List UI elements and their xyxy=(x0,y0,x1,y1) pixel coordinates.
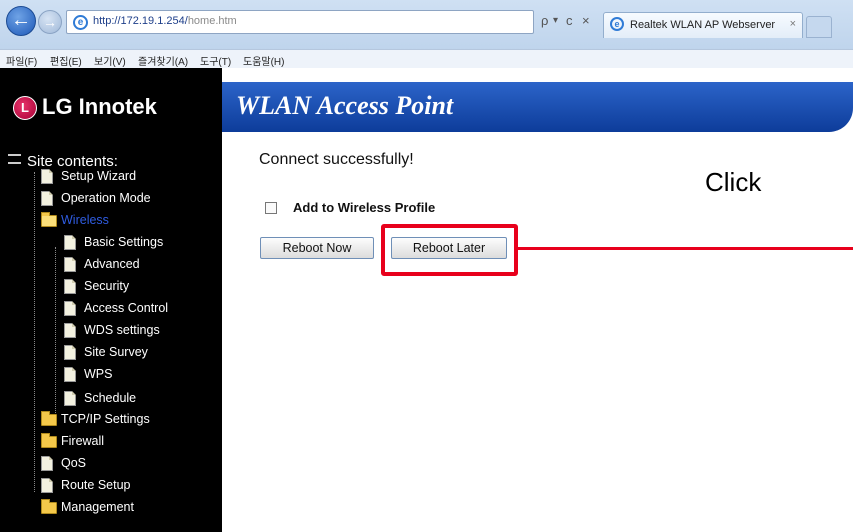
logo-area: L LG Innotek xyxy=(0,68,222,148)
brand-name: LG Innotek xyxy=(42,94,157,119)
url-text[interactable]: http://172.19.1.254/home.htm xyxy=(93,15,237,27)
url-path: home.htm xyxy=(187,15,237,27)
sidebar-item-label: Security xyxy=(84,279,130,293)
sidebar-item-label: Site Survey xyxy=(84,345,148,359)
document-icon xyxy=(41,191,53,206)
document-icon xyxy=(41,456,53,471)
address-tools: ρ ▾ ᴄ × xyxy=(537,10,599,34)
document-icon xyxy=(64,235,76,250)
annotation-arrow-line xyxy=(518,247,853,250)
menu-edit[interactable]: 편집(E) xyxy=(50,53,82,68)
address-bar[interactable]: e http://172.19.1.254/home.htm xyxy=(66,10,534,34)
main-content: Connect successfully! Add to Wireless Pr… xyxy=(222,148,853,532)
refresh-icon[interactable]: ᴄ xyxy=(566,13,573,28)
tab-title: Realtek WLAN AP Webserver xyxy=(630,19,776,31)
reboot-now-button[interactable]: Reboot Now xyxy=(260,237,374,259)
menu-help[interactable]: 도움말(H) xyxy=(243,53,284,68)
new-tab-button[interactable] xyxy=(806,16,832,38)
add-to-wireless-profile-checkbox[interactable] xyxy=(265,202,277,214)
menu-tools[interactable]: 도구(T) xyxy=(200,53,231,68)
sidebar-tree: Site contents: Setup Wizard Operation Mo… xyxy=(0,148,222,532)
sidebar-item-label: Access Control xyxy=(84,301,169,315)
stop-icon[interactable]: × xyxy=(582,13,590,28)
document-icon xyxy=(64,301,76,316)
sidebar-item-label: Setup Wizard xyxy=(61,169,137,183)
web-page: L LG Innotek WLAN Access Point Site cont… xyxy=(0,68,853,532)
folder-icon xyxy=(41,433,57,448)
sidebar-item-label: WPS xyxy=(84,367,113,381)
click-annotation-label: Click xyxy=(705,167,762,197)
sidebar-item-label: Advanced xyxy=(84,257,140,271)
sidebar-item-label: Route Setup xyxy=(61,478,131,492)
tab-close-icon[interactable]: × xyxy=(790,18,796,30)
menu-view[interactable]: 보기(V) xyxy=(94,53,126,68)
sidebar-item-label: Firewall xyxy=(61,434,105,448)
menu-file[interactable]: 파일(F) xyxy=(6,53,37,68)
document-icon xyxy=(64,367,76,382)
status-message: Connect successfully! xyxy=(259,151,414,168)
dropdown-icon[interactable]: ▾ xyxy=(553,15,558,26)
browser-tab[interactable]: e Realtek WLAN AP Webserver × xyxy=(603,12,803,38)
ie-page-icon: e xyxy=(73,15,88,30)
sidebar-item-label: Management xyxy=(61,500,134,514)
document-icon xyxy=(64,323,76,338)
forward-icon[interactable]: → xyxy=(38,10,62,34)
document-icon xyxy=(41,169,53,184)
browser-chrome: ← → e http://172.19.1.254/home.htm ρ ▾ ᴄ… xyxy=(0,0,853,68)
folder-icon xyxy=(41,499,57,514)
sidebar-item-label: TCP/IP Settings xyxy=(61,412,150,426)
sidebar-item-label: QoS xyxy=(61,456,87,470)
site-list-icon xyxy=(8,154,21,164)
url-host: http://172.19.1.254/ xyxy=(93,15,188,27)
product-title: WLAN Access Point xyxy=(236,91,454,120)
highlight-box xyxy=(381,224,518,276)
document-icon xyxy=(41,478,53,493)
folder-icon xyxy=(41,411,57,426)
lg-logo-icon: L xyxy=(13,96,37,120)
menu-bar: 파일(F) 편집(E) 보기(V) 즐겨찾기(A) 도구(T) 도움말(H) xyxy=(0,49,853,68)
sidebar-item-label: Basic Settings xyxy=(84,235,164,249)
document-icon xyxy=(64,345,76,360)
tree-line xyxy=(55,247,56,413)
document-icon xyxy=(64,257,76,272)
sidebar-item-label: Operation Mode xyxy=(61,191,151,205)
sidebar-item-label: Wireless xyxy=(61,213,109,227)
ie-tab-icon: e xyxy=(610,17,624,31)
folder-open-icon xyxy=(41,212,57,227)
document-icon xyxy=(64,279,76,294)
search-icon[interactable]: ρ xyxy=(541,13,548,28)
header-banner: WLAN Access Point xyxy=(222,82,853,132)
document-icon xyxy=(64,391,76,406)
sidebar-item-label: Schedule xyxy=(84,391,137,405)
site-contents-label: Site contents: xyxy=(27,153,118,170)
add-to-wireless-profile-label: Add to Wireless Profile xyxy=(293,200,436,215)
back-icon[interactable]: ← xyxy=(6,6,36,36)
sidebar-item-label: WDS settings xyxy=(84,323,160,337)
menu-favorites[interactable]: 즐겨찾기(A) xyxy=(138,53,188,68)
tree-line xyxy=(34,172,35,492)
